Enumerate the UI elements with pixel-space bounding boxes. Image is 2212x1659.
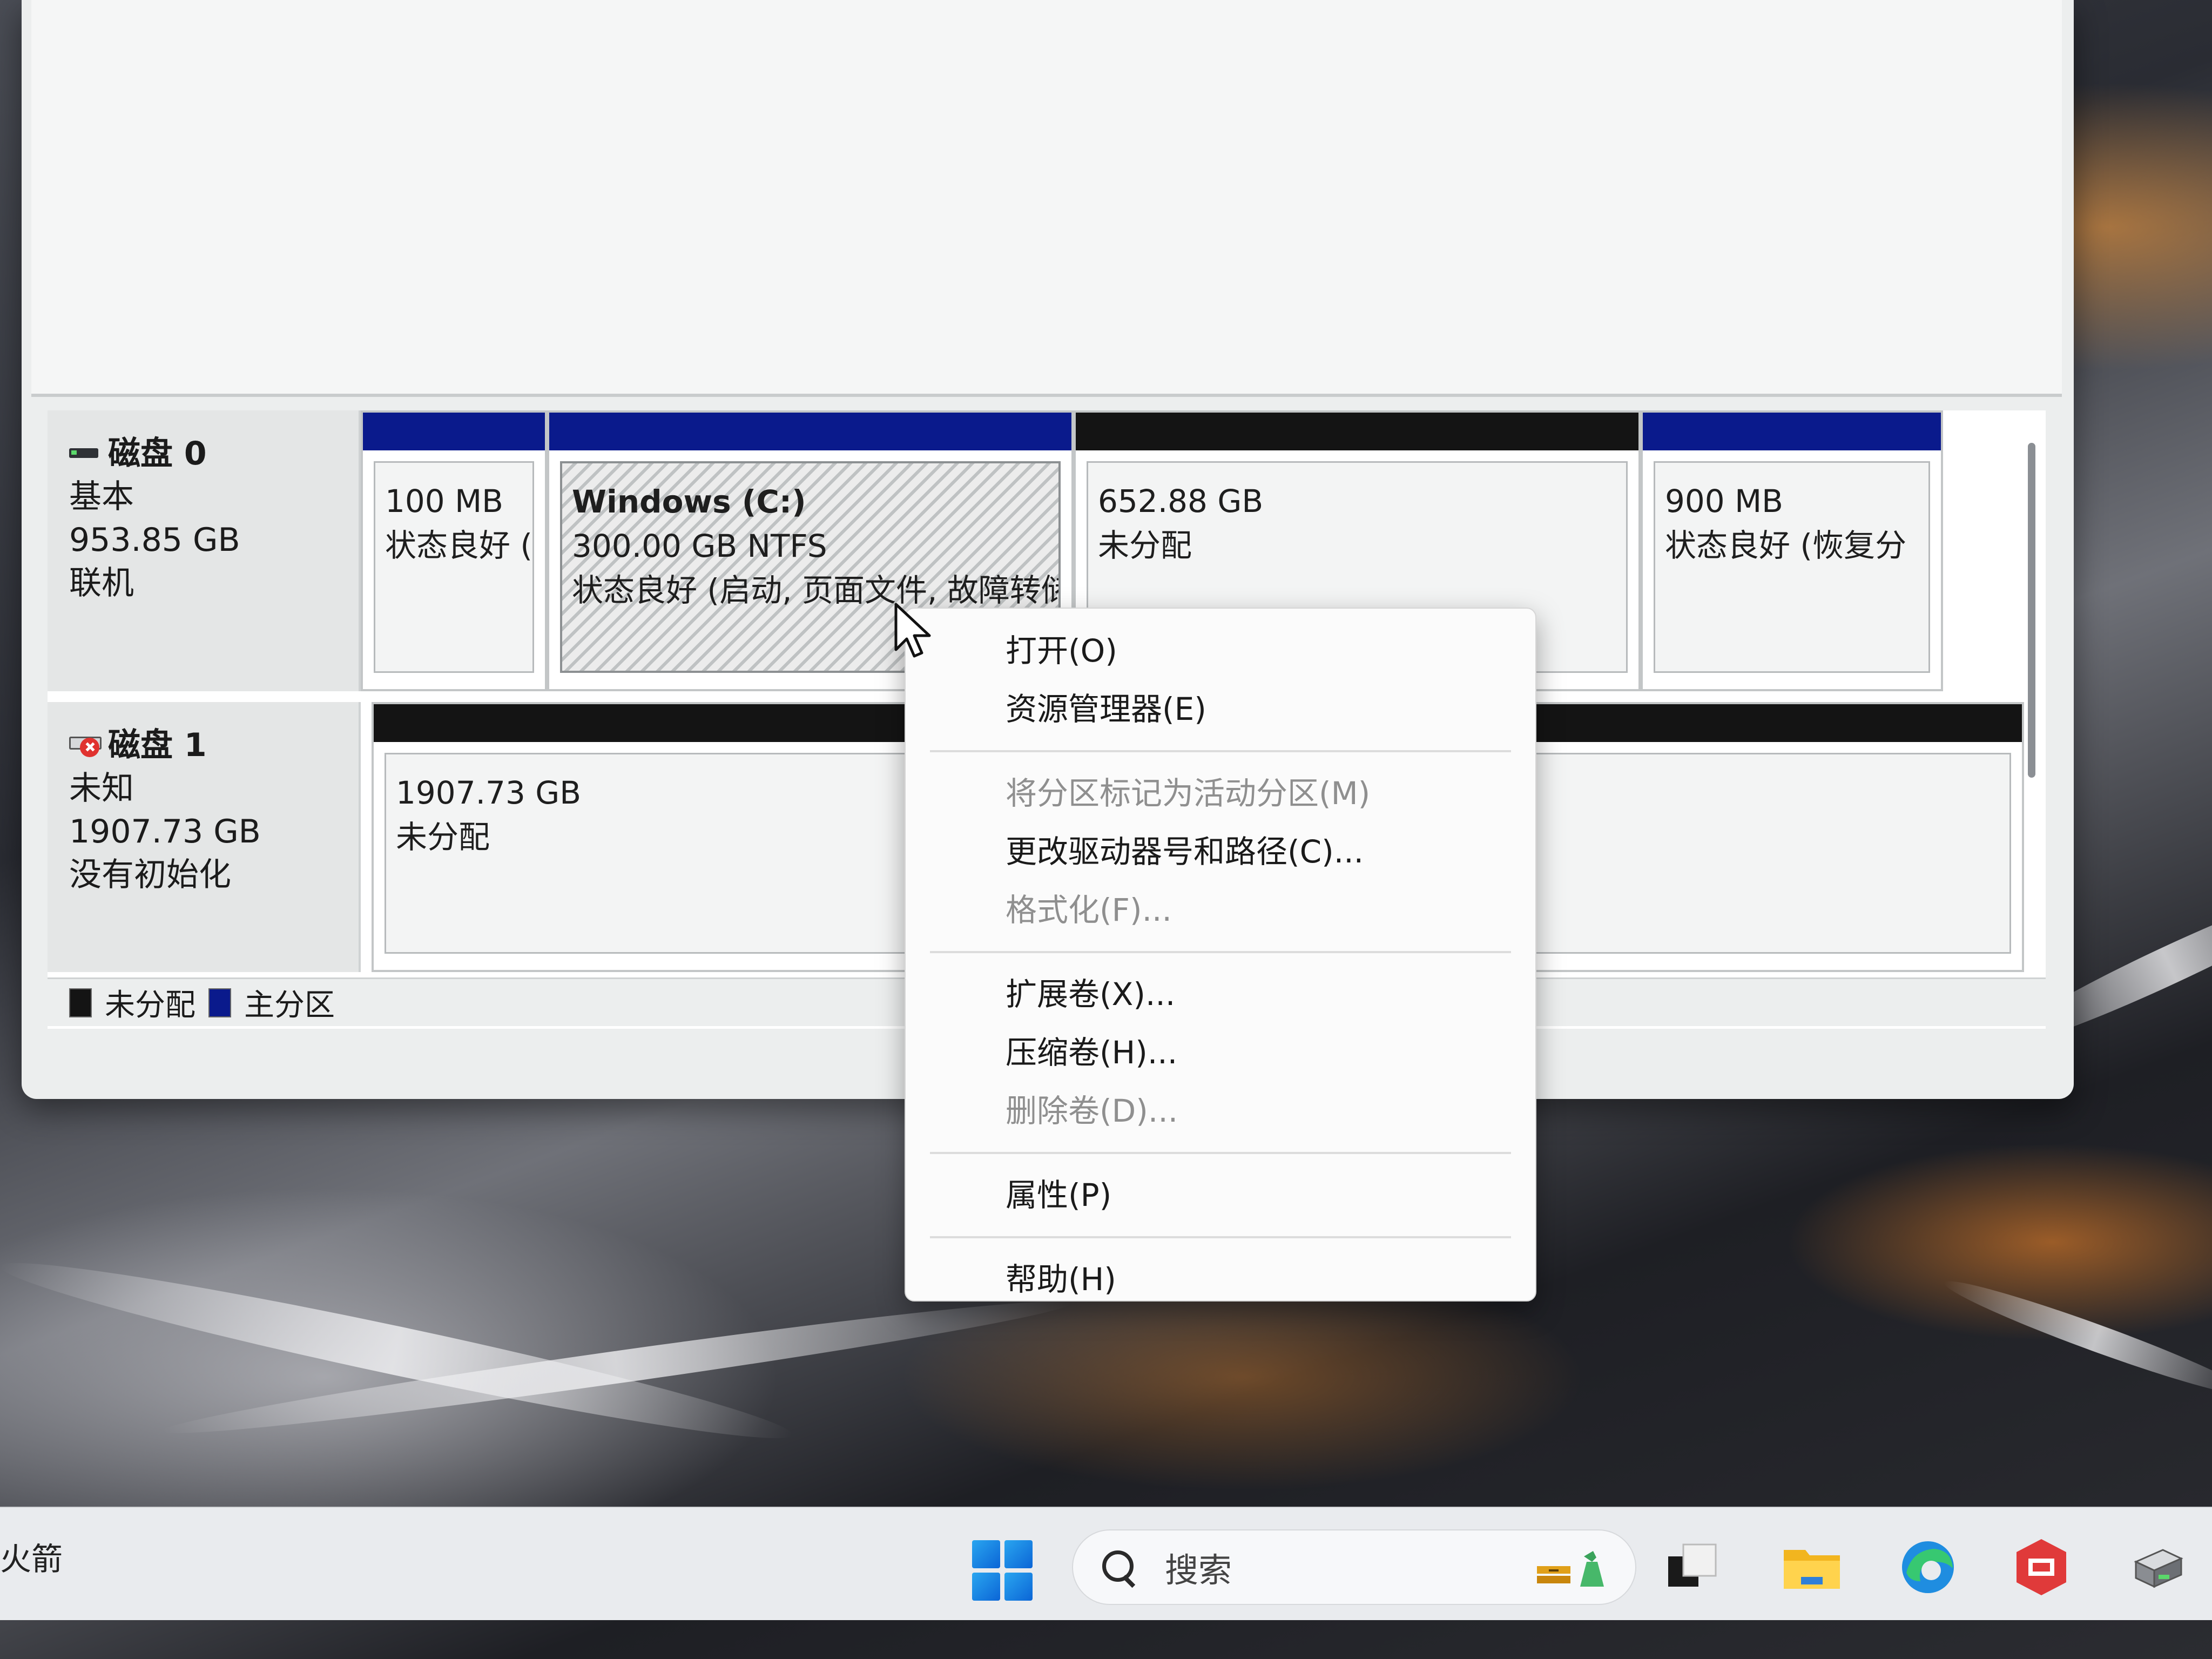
partition-unallocated-bar [1076,413,1638,450]
menu-item-change-drive-letter[interactable]: 更改驱动器号和路径(C)... [930,822,1511,881]
legend-swatch-unallocated [69,988,92,1017]
menu-item-extend-volume[interactable]: 扩展卷(X)... [930,965,1511,1023]
menu-item-delete-volume: 删除卷(D)... [1006,1092,1178,1129]
partition-primary-bar [1643,413,1941,450]
search-placeholder: 搜索 [1165,1550,1232,1590]
partition-size: 300.00 GB NTFS [572,528,827,564]
disk-1-name: 磁盘 1 [108,726,207,764]
disk-0-name: 磁盘 0 [108,435,207,473]
menu-item-shrink-volume[interactable]: 压缩卷(H)... [930,1023,1511,1082]
disk-online-icon [69,443,100,464]
menu-item-explorer[interactable]: 资源管理器(E) [930,680,1511,738]
legend-swatch-primary [208,988,231,1017]
disk-1-label[interactable]: 磁盘 1 未知 1907.73 GB 没有初始化 [48,702,361,972]
legend-item-unallocated: 未分配 [69,981,195,1024]
menu-item-open[interactable]: 打开(O) [930,622,1511,680]
disk-0-status: 联机 [69,564,134,602]
disk-management-icon[interactable] [2125,1535,2190,1600]
graph-scrollbar[interactable] [2028,443,2035,778]
search-icon [1100,1548,1138,1586]
partition-volume-name: Windows (C:) [572,483,806,520]
menu-separator [930,951,1511,953]
disk-0-label[interactable]: 磁盘 0 基本 953.85 GB 联机 [48,410,361,691]
partition-size: 900 MB [1665,483,1783,520]
task-view-icon[interactable] [1661,1535,1725,1600]
disk-uninitialized-icon [69,734,102,756]
menu-separator [930,750,1511,752]
disk-0-size: 953.85 GB [69,521,240,559]
partition-primary-bar [363,413,545,450]
partition-status: 状态良好 (恢复分 [1665,527,1907,564]
menu-separator [930,1236,1511,1238]
security-app-icon[interactable] [2009,1535,2074,1600]
disk-1-size: 1907.73 GB [69,813,261,851]
menu-item-format: 格式化(F)... [1006,892,1172,928]
partition-status: 未分配 [1098,527,1192,564]
partition-status: 状态良好 (启动, 页面文件, 故障转储 [572,572,1061,609]
file-explorer-icon[interactable] [1779,1535,1844,1600]
volume-list-pane [31,0,2062,397]
windows-start-icon[interactable] [972,1540,1033,1601]
disk-1-status: 没有初始化 [69,856,231,894]
edge-browser-icon[interactable] [1896,1535,1960,1600]
taskbar: 火箭 搜索 [0,1507,2212,1620]
menu-item-properties[interactable]: 属性(P) [930,1166,1511,1224]
partition-status: 状态良好 ( [385,527,533,564]
menu-item-mark-active: 将分区标记为活动分区(M) [1006,775,1371,812]
legend-label-primary: 主分区 [244,988,335,1023]
partition-primary-bar [549,413,1071,450]
context-menu: 打开(O) 资源管理器(E) 将分区标记为活动分区(M) 更改驱动器号和路径(C… [905,608,1536,1301]
menu-separator [930,1152,1511,1154]
search-highlight-icon [1537,1551,1604,1587]
partition-system-reserved[interactable]: 100 MB 状态良好 ( [361,410,547,691]
legend-label-unallocated: 未分配 [105,988,195,1023]
partition-recovery[interactable]: 900 MB 状态良好 (恢复分 [1641,410,1943,691]
menu-item-help[interactable]: 帮助(H) [930,1250,1511,1309]
taskbar-left-label[interactable]: 火箭 [0,1534,63,1579]
partition-size: 652.88 GB [1098,483,1264,520]
taskbar-search-box[interactable]: 搜索 [1072,1529,1636,1605]
disk-0-type: 基本 [69,478,134,516]
mouse-cursor-icon [894,603,931,658]
legend-item-primary: 主分区 [208,981,335,1024]
partition-size: 100 MB [385,483,503,520]
disk-1-type: 未知 [69,770,134,807]
